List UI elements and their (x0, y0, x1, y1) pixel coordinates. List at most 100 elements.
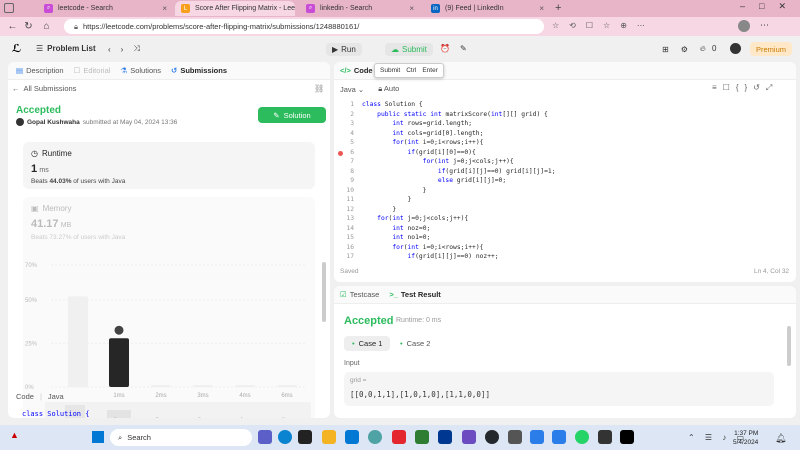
playstation-icon[interactable] (438, 430, 452, 444)
youtube-icon[interactable] (392, 430, 406, 444)
app-icon[interactable] (415, 430, 429, 444)
chart-bar[interactable] (109, 338, 129, 387)
scrollbar[interactable] (787, 326, 791, 366)
app-icon[interactable] (530, 430, 544, 444)
user-avatar[interactable] (730, 43, 741, 54)
case-1-tab[interactable]: • Case 1 (344, 336, 391, 351)
close-icon[interactable]: × (403, 4, 414, 13)
window-icon[interactable] (4, 3, 14, 13)
chart-bar[interactable] (151, 385, 171, 387)
language-select[interactable]: Java ⌄ (340, 85, 364, 94)
whatsapp-icon[interactable] (575, 430, 589, 444)
code-line[interactable]: 11 } (334, 195, 796, 205)
code-line[interactable]: 6 if(grid[i][0]==0){ (334, 148, 796, 158)
tab-submissions[interactable]: ↺ Submissions (171, 66, 227, 75)
all-submissions-link[interactable]: ← All Submissions (12, 84, 76, 93)
code-line[interactable]: 12 } (334, 205, 796, 215)
tab-code[interactable]: </> Code (340, 66, 373, 75)
problem-nav[interactable]: ‹ › ⤨ (108, 44, 140, 54)
tab-description[interactable]: ▤ Description (16, 66, 64, 75)
code-line[interactable]: 4 int cols=grid[0].length; (334, 129, 796, 139)
windows-start-icon[interactable] (92, 431, 104, 443)
back-icon[interactable]: ← (6, 20, 19, 33)
browser-tab[interactable]: ⌕ linkedin - Search × (300, 1, 420, 16)
next-icon[interactable]: › (121, 45, 124, 54)
auto-toggle[interactable]: 🔒︎ Auto (378, 84, 399, 94)
tab-editorial[interactable]: ☐ Editorial (74, 66, 111, 75)
submit-button[interactable]: ☁ Submit (385, 43, 433, 56)
leetcode-logo[interactable]: ℒ (12, 42, 24, 56)
premium-button[interactable]: Premium (750, 42, 793, 56)
new-tab-button[interactable]: + (555, 2, 561, 14)
breakpoint-icon[interactable] (338, 151, 343, 156)
browser-toolbar-icons[interactable]: ☆⟲☐☆⊕⋯ (552, 21, 655, 30)
code-line[interactable]: 5 for(int i=0;i<rows;i++){ (334, 138, 796, 148)
header-right-icons[interactable]: ⊞ ⚙ 🔥︎ (662, 44, 706, 54)
code-line[interactable]: 16 for(int i=0;i<rows;i++){ (334, 243, 796, 253)
case-2-tab[interactable]: • Case 2 (392, 336, 438, 351)
browser-tab-active[interactable]: L Score After Flipping Matrix - Lee × (175, 1, 295, 16)
close-icon[interactable]: × (533, 4, 544, 13)
intellij-icon[interactable] (620, 430, 634, 444)
code-area[interactable]: 1 class Solution {2 public static int mat… (334, 100, 796, 260)
code-line[interactable]: 8 if(grid[i][j]==0) grid[i][j]=1; (334, 167, 796, 177)
header-tools[interactable]: ⏰ ✎ (440, 44, 467, 53)
app-icon[interactable] (598, 430, 612, 444)
weather-icon[interactable]: ▲ (10, 430, 19, 440)
shuffle-icon[interactable]: ⤨ (133, 44, 139, 54)
code-line[interactable]: 14 int noz=0; (334, 224, 796, 234)
url-input[interactable]: 🔒︎ https://leetcode.com/problems/score-a… (64, 19, 544, 34)
navigator-selection[interactable] (107, 410, 131, 418)
link-icon[interactable]: ⛓ (314, 84, 324, 93)
runtime-card[interactable]: ◷ Runtime 1 ms Beats 44.03% of users wit… (23, 142, 315, 189)
chart-bar[interactable] (235, 385, 255, 387)
window-controls[interactable]: –□✕ (740, 1, 800, 12)
taskbar-search[interactable]: ⌕ Search (110, 429, 252, 446)
teams-icon[interactable] (258, 430, 272, 444)
system-clock[interactable]: 1:37 PM 5/4/2024 (733, 429, 758, 447)
solution-button[interactable]: ✎ Solution (258, 107, 326, 123)
prev-icon[interactable]: ‹ (108, 45, 111, 54)
code-line[interactable]: 17 if(grid[i][j]==0) noz++; (334, 252, 796, 262)
app-icon[interactable] (552, 430, 566, 444)
alarm-icon[interactable]: ⏰ (440, 44, 450, 53)
code-line[interactable]: 13 for(int j=0;j<cols;j++){ (334, 214, 796, 224)
chart-bar[interactable] (193, 385, 213, 387)
browser-tab[interactable]: in (9) Feed | LinkedIn × (425, 1, 550, 16)
memory-card[interactable]: ▣ Memory 41.17 MB Beats 73.27% of users … (23, 197, 315, 418)
layout-icon[interactable]: ⊞ (662, 45, 669, 54)
chart-bar[interactable] (277, 385, 297, 387)
app-icon[interactable] (298, 430, 312, 444)
note-icon[interactable]: ✎ (460, 44, 467, 53)
profile-avatar[interactable] (738, 20, 750, 32)
code-line[interactable]: 15 int no1=0; (334, 233, 796, 243)
close-icon[interactable]: × (156, 4, 167, 13)
app-icon[interactable] (462, 430, 476, 444)
code-line[interactable]: 7 for(int j=0;j<cols;j++){ (334, 157, 796, 167)
refresh-icon[interactable]: ↻ (22, 20, 35, 33)
code-line[interactable]: 2 public static int matrixScore(int[][] … (334, 110, 796, 120)
app-icon[interactable] (368, 430, 382, 444)
file-explorer-icon[interactable] (322, 430, 336, 444)
browser-tab[interactable]: ⌕ leetcode - Search × (38, 1, 173, 16)
notification-icon[interactable]: 🔔︎ (775, 433, 786, 444)
gear-icon[interactable]: ⚙ (681, 45, 688, 54)
problem-list-button[interactable]: ☰ Problem List (36, 44, 96, 53)
home-icon[interactable]: ⌂ (40, 20, 53, 33)
run-button[interactable]: ▶ Run (326, 43, 362, 56)
tab-testcase[interactable]: ☑ Testcase (340, 290, 379, 299)
menu-icon[interactable]: ⋯ (760, 20, 769, 31)
app-icon[interactable] (508, 430, 522, 444)
store-icon[interactable] (345, 430, 359, 444)
code-line[interactable]: 9 else grid[i][j]=0; (334, 176, 796, 186)
username[interactable]: Gopal Kushwaha (27, 119, 80, 126)
github-icon[interactable] (485, 430, 499, 444)
code-line[interactable]: 10 } (334, 186, 796, 196)
edge-icon[interactable] (278, 430, 292, 444)
editor-tool-icons[interactable]: ≡☐{}↺⤢ (712, 83, 778, 93)
scrollbar[interactable] (322, 262, 326, 322)
code-line[interactable]: 3 int rows=grid.length; (334, 119, 796, 129)
tab-solutions[interactable]: ⚗ Solutions (120, 66, 161, 75)
fire-icon[interactable]: 🔥︎ (700, 44, 706, 54)
code-line[interactable]: 1 class Solution { (334, 100, 796, 110)
